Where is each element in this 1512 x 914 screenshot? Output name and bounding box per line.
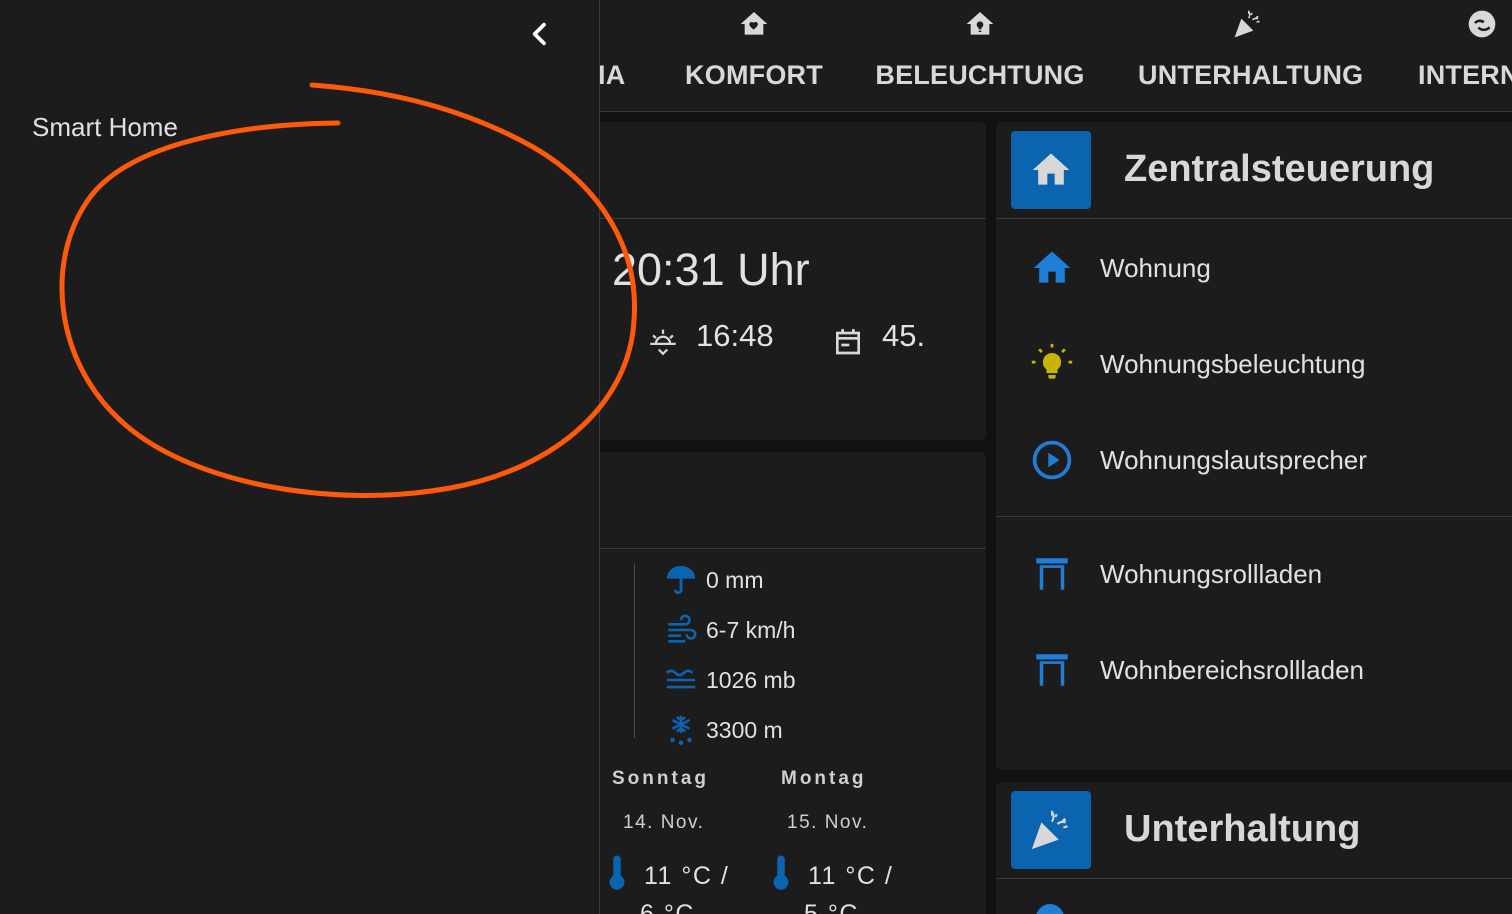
- weather-pressure: 1026 mb: [664, 662, 796, 698]
- precipitation-value: 0 mm: [706, 566, 764, 593]
- clock-card: 20:31 Uhr 16:48 45.: [600, 122, 986, 440]
- forecast-temp-low: 6 °C: [640, 900, 695, 914]
- forecast-temp-high: 11 °C /: [644, 862, 730, 890]
- tab-unterhaltung[interactable]: UNTERHALTUNG: [1138, 0, 1364, 112]
- play-circle-icon: [1032, 440, 1072, 480]
- entity-label: Wohnung: [1100, 252, 1211, 283]
- entity-wohnung[interactable]: Wohnung: [996, 238, 1512, 298]
- card-divider: [600, 218, 986, 219]
- window-shutter-icon: [1036, 558, 1068, 590]
- clock-time: 20:31 Uhr: [612, 244, 810, 295]
- umbrella-icon: [666, 565, 696, 595]
- calendar-icon: [836, 329, 860, 355]
- tab-media[interactable]: IA: [600, 0, 630, 112]
- entity-wohnbereichsrollladen[interactable]: Wohnbereichsrollladen: [996, 640, 1512, 700]
- weather-card: 0 mm 6-7 km/h 1026 mb 3300 m Sonntag 14.…: [600, 452, 986, 914]
- entity-label: Wohnungsrollladen: [1100, 558, 1323, 589]
- card-divider: [600, 548, 986, 549]
- forecast-temp-low: 5 °C: [804, 900, 859, 914]
- pressure-value: 1026 mb: [706, 666, 796, 693]
- window-shutter-icon: [1036, 654, 1068, 686]
- sunset-icon: [650, 329, 676, 356]
- network-icon: [1468, 10, 1496, 38]
- snowflake-melt-icon: [670, 715, 692, 746]
- entity-label: Wohnungslautsprecher: [1100, 444, 1367, 475]
- tab-beleuchtung[interactable]: BELEUCHTUNG: [870, 0, 1090, 112]
- tab-label: IA: [600, 60, 626, 90]
- sunset-time: 16:48: [696, 318, 774, 353]
- entity-label: Wohnbereichsrollladen: [1100, 654, 1365, 685]
- tab-bar: IA KOMFORT BELEUCHTUNG UNTERHALTUNG INTE…: [600, 0, 1512, 112]
- tab-komfort[interactable]: KOMFORT: [664, 0, 844, 112]
- card-divider: [996, 878, 1512, 879]
- drawer-title: Smart Home: [32, 112, 178, 142]
- dashboard-main: IA KOMFORT BELEUCHTUNG UNTERHALTUNG INTE…: [600, 0, 1512, 914]
- card-title: Zentralsteuerung: [1124, 148, 1435, 190]
- tab-label: BELEUCHTUNG: [875, 60, 1085, 90]
- unterhaltung-header-icon-box: [1011, 791, 1091, 869]
- tab-label: UNTERHALTUNG: [1138, 60, 1364, 90]
- lightbulb-on-icon: [1031, 343, 1073, 379]
- home-icon: [1032, 153, 1070, 185]
- entity-wohnungsbeleuchtung[interactable]: Wohnungsbeleuchtung: [996, 334, 1512, 394]
- entity-wohnungsrollladen[interactable]: Wohnungsrollladen: [996, 544, 1512, 604]
- wind-icon: [668, 614, 697, 643]
- weather-snowline: 3300 m: [664, 712, 783, 748]
- home-lightbulb-icon: [966, 12, 994, 35]
- home-heart-icon: [740, 12, 768, 35]
- thermometer-icon: [609, 855, 625, 890]
- zentral-header-icon-box: [1011, 131, 1091, 209]
- party-popper-icon: [1234, 10, 1260, 38]
- thermometer-icon: [773, 855, 789, 890]
- unterhaltung-card: Unterhaltung: [996, 782, 1512, 914]
- week-number: 45.: [882, 318, 926, 353]
- drawer-close-button[interactable]: [520, 14, 560, 54]
- entity-label: Wohnungsbeleuchtung: [1100, 348, 1366, 379]
- side-drawer: Smart Home: [0, 0, 600, 914]
- tab-label: KOMFORT: [685, 60, 823, 90]
- party-popper-icon: [1031, 810, 1068, 850]
- wind-value: 6-7 km/h: [706, 616, 796, 643]
- card-title: Unterhaltung: [1124, 808, 1361, 850]
- snowline-value: 3300 m: [706, 716, 783, 743]
- tab-label: INTERN: [1418, 60, 1512, 90]
- chevron-left-icon: [532, 22, 546, 46]
- forecast-temp-high: 11 °C /: [808, 862, 894, 890]
- forecast-date: 14. Nov.: [623, 812, 705, 833]
- card-divider: [996, 218, 1512, 219]
- tab-intern[interactable]: INTERN: [1412, 0, 1512, 112]
- entity-icon-partial: [1036, 904, 1064, 914]
- weather-wind: 6-7 km/h: [664, 612, 795, 648]
- forecast-date: 15. Nov.: [787, 812, 869, 833]
- weather-precipitation: 0 mm: [664, 562, 764, 598]
- forecast-day: Sonntag: [612, 768, 709, 789]
- entity-wohnungslautsprecher[interactable]: Wohnungslautsprecher: [996, 430, 1512, 490]
- card-divider: [996, 516, 1512, 517]
- zentral-card: Zentralsteuerung Wohnung Wohnungsbeleuch…: [996, 122, 1512, 770]
- home-icon: [1033, 251, 1071, 283]
- waves-icon: [665, 669, 696, 689]
- forecast-day: Montag: [781, 768, 867, 789]
- weather-separator: [634, 564, 635, 738]
